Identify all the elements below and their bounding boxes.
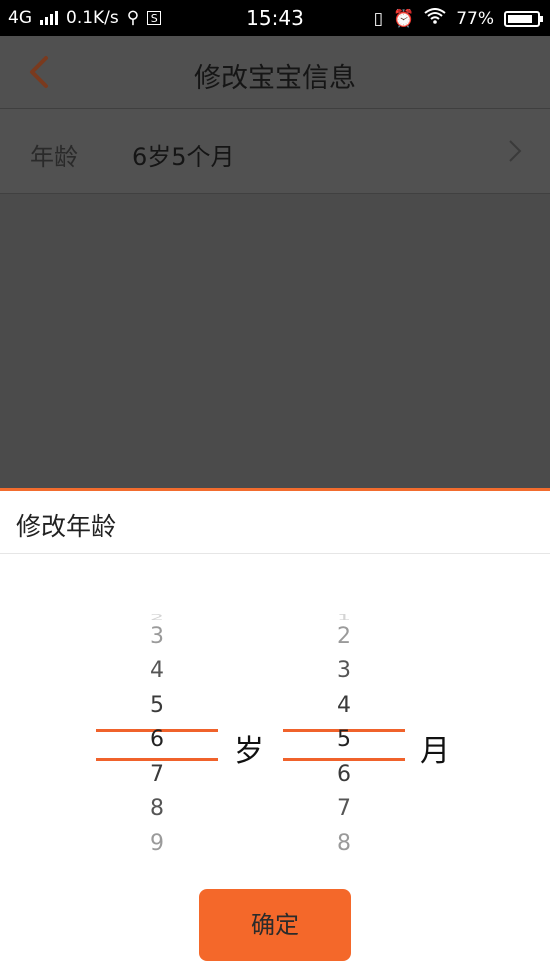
month-option[interactable]: 1 bbox=[283, 613, 405, 622]
year-option[interactable]: 7 bbox=[96, 762, 218, 787]
divider bbox=[0, 553, 550, 554]
year-option[interactable]: 9 bbox=[96, 831, 218, 856]
age-label: 年龄 bbox=[30, 143, 78, 171]
year-option[interactable]: 6 bbox=[96, 727, 218, 752]
alarm-icon: ⏰ bbox=[393, 8, 415, 29]
sheet-title: 修改年龄 bbox=[16, 512, 117, 541]
chevron-right-icon bbox=[509, 140, 522, 162]
month-option[interactable]: 8 bbox=[283, 831, 405, 856]
page-title: 修改宝宝信息 bbox=[194, 63, 356, 94]
month-wheel[interactable]: 1 2 3 4 5 6 7 8 bbox=[283, 601, 405, 861]
month-option[interactable]: 7 bbox=[283, 796, 405, 821]
year-option[interactable]: 8 bbox=[96, 796, 218, 821]
month-option[interactable]: 3 bbox=[283, 658, 405, 683]
year-unit: 岁 bbox=[234, 734, 264, 769]
battery-icon bbox=[504, 10, 543, 27]
month-option[interactable]: 6 bbox=[283, 762, 405, 787]
age-picker-sheet: 修改年龄 2 3 4 5 6 7 8 9 岁 1 2 3 4 5 6 7 8 月 确定 bbox=[0, 488, 550, 980]
year-wheel[interactable]: 2 3 4 5 6 7 8 9 bbox=[96, 601, 218, 861]
year-option[interactable]: 5 bbox=[96, 693, 218, 718]
wifi-icon bbox=[424, 8, 446, 29]
year-option[interactable]: 4 bbox=[96, 658, 218, 683]
age-value: 6岁5个月 bbox=[132, 143, 235, 171]
status-bar: 4G 0.1K/s ⚲ S 15:43 ▯ ⏰ 77% bbox=[0, 0, 550, 36]
confirm-button[interactable]: 确定 bbox=[199, 889, 351, 961]
dimmed-background[interactable]: 修改宝宝信息 年龄 6岁5个月 bbox=[0, 36, 550, 488]
age-row[interactable]: 年龄 6岁5个月 bbox=[0, 109, 550, 194]
month-unit: 月 bbox=[420, 734, 450, 769]
nav-bar: 修改宝宝信息 bbox=[0, 36, 550, 109]
year-option[interactable]: 3 bbox=[96, 624, 218, 649]
month-option[interactable]: 4 bbox=[283, 693, 405, 718]
vibrate-icon: ▯ bbox=[373, 8, 384, 29]
month-option[interactable]: 2 bbox=[283, 624, 405, 649]
battery-percent: 77% bbox=[456, 8, 494, 29]
year-option[interactable]: 2 bbox=[96, 613, 218, 622]
month-option[interactable]: 5 bbox=[283, 727, 405, 752]
